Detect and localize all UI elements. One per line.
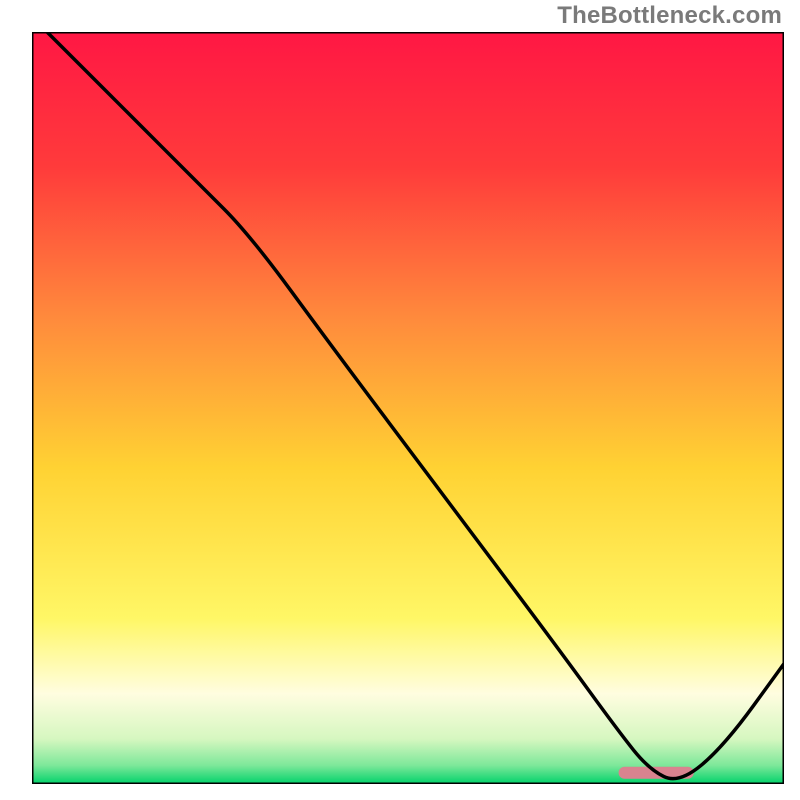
watermark-text: TheBottleneck.com: [557, 2, 782, 30]
gradient-background: [32, 32, 784, 784]
plot-area: [32, 32, 784, 784]
chart-stage: TheBottleneck.com: [0, 0, 800, 800]
bottleneck-chart: [0, 0, 800, 800]
